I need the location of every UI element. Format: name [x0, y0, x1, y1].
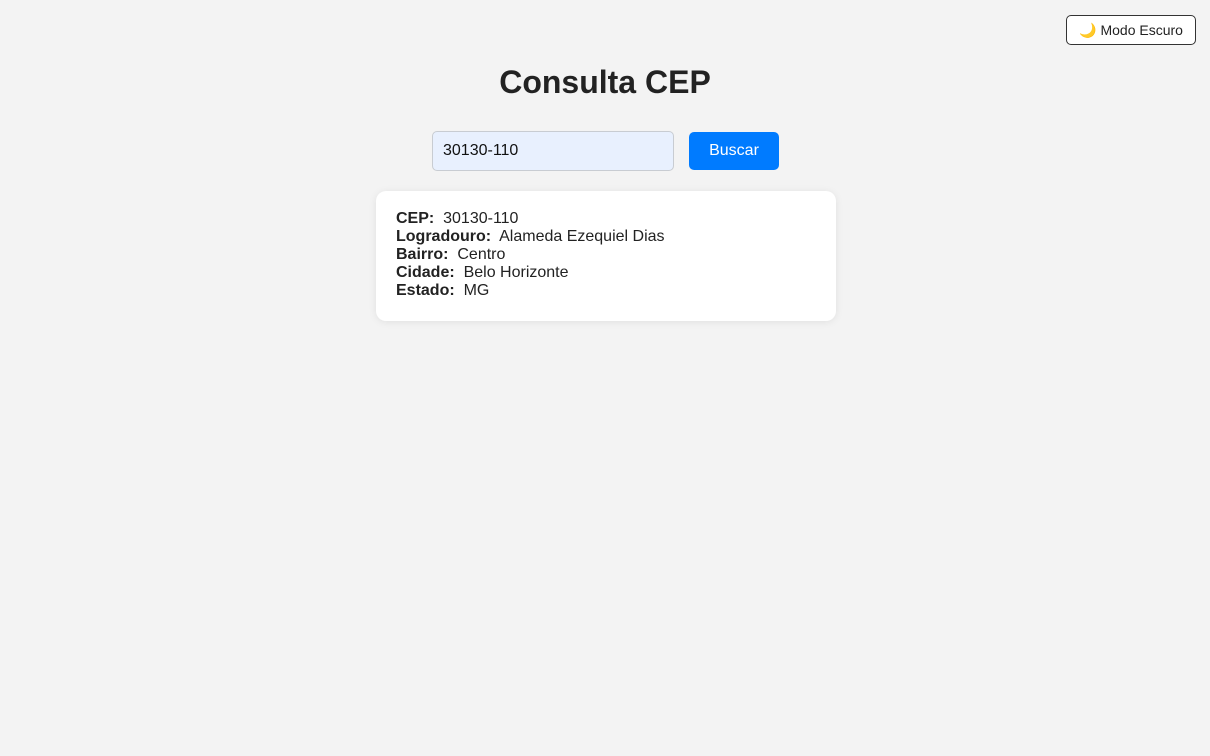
result-value: Belo Horizonte	[463, 264, 569, 281]
result-label: Cidade:	[396, 264, 460, 281]
search-form: Buscar	[432, 131, 779, 171]
result-label: Bairro:	[396, 246, 453, 263]
result-value: 30130-110	[443, 210, 519, 227]
result-row-bairro: Bairro: Centro	[396, 246, 816, 264]
page: 🌙 Modo Escuro Consulta CEP Buscar CEP: 3…	[0, 0, 1210, 756]
result-row-logradouro: Logradouro: Alameda Ezequiel Dias	[396, 228, 816, 246]
result-row-estado: Estado: MG	[396, 282, 816, 300]
result-label: CEP:	[396, 210, 439, 227]
search-button[interactable]: Buscar	[689, 132, 779, 170]
result-value: Alameda Ezequiel Dias	[499, 228, 665, 245]
result-row-cep: CEP: 30130-110	[396, 210, 816, 228]
page-title: Consulta CEP	[499, 64, 711, 100]
cep-input[interactable]	[432, 131, 674, 171]
result-value: MG	[463, 282, 490, 299]
result-label: Estado:	[396, 282, 460, 299]
result-label: Logradouro:	[396, 228, 496, 245]
dark-mode-toggle-label: Modo Escuro	[1100, 22, 1183, 38]
result-value: Centro	[457, 246, 506, 263]
result-row-cidade: Cidade: Belo Horizonte	[396, 264, 816, 282]
moon-icon: 🌙	[1079, 22, 1097, 38]
dark-mode-toggle-button[interactable]: 🌙 Modo Escuro	[1066, 15, 1196, 45]
result-card: CEP: 30130-110 Logradouro: Alameda Ezequ…	[376, 191, 836, 321]
